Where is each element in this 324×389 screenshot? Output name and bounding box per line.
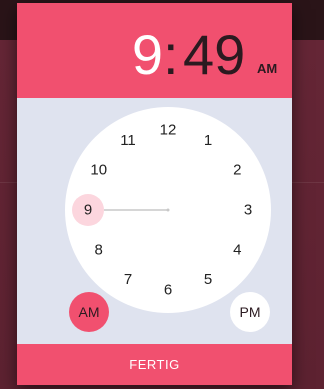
clock-number-5[interactable]: 5 xyxy=(204,271,212,288)
done-button[interactable]: FERTIG xyxy=(17,344,292,385)
clock-center-dot xyxy=(166,208,170,212)
clock-number-7[interactable]: 7 xyxy=(124,271,132,288)
clock-number-6[interactable]: 6 xyxy=(164,282,172,299)
am-button[interactable]: AM xyxy=(69,292,109,332)
dialog-footer: FERTIG xyxy=(17,344,292,385)
clock-number-4[interactable]: 4 xyxy=(233,242,241,259)
clock-number-8[interactable]: 8 xyxy=(95,242,103,259)
clock-number-9[interactable]: 9 xyxy=(84,202,92,219)
clock-number-2[interactable]: 2 xyxy=(233,162,241,179)
clock-number-12[interactable]: 12 xyxy=(160,122,177,139)
clock-number-10[interactable]: 10 xyxy=(90,162,107,179)
time-picker-dialog: 9 : 49 AM 12 1 2 3 4 5 6 7 8 9 10 11 AM PM FERTIG xyxy=(17,3,292,385)
clock-number-11[interactable]: 11 xyxy=(120,132,136,149)
pm-button[interactable]: PM xyxy=(230,292,270,332)
clock-number-1[interactable]: 1 xyxy=(204,132,212,149)
clock-number-3[interactable]: 3 xyxy=(244,202,252,219)
